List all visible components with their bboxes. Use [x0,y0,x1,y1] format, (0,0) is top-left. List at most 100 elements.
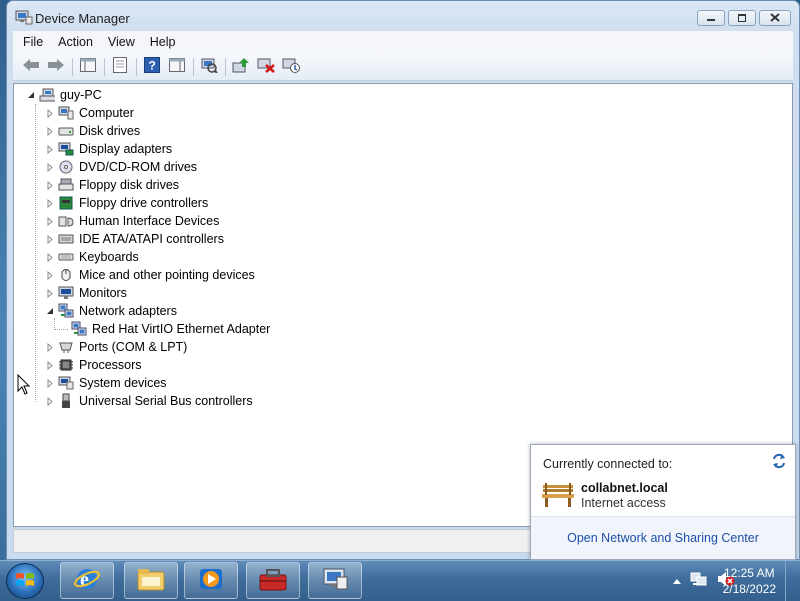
network-adapter-icon [58,303,74,319]
network-name: collabnet.local [581,481,668,495]
mouse-cursor-icon [17,373,31,396]
menu-view[interactable]: View [108,35,135,49]
tree-category-row[interactable]: IDE ATA/ATAPI controllers [45,230,224,248]
toolbar: ? [13,53,793,81]
tree-category-row[interactable]: Network adapters [45,302,177,320]
device-manager-icon [15,10,33,25]
tree-category-row[interactable]: Floppy disk drives [45,176,179,194]
network-adapter-icon [71,321,87,337]
expand-arrow-icon[interactable] [45,252,54,262]
disable-icon [282,57,300,76]
back-button[interactable] [21,57,41,77]
open-network-sharing-center-link[interactable]: Open Network and Sharing Center [567,531,759,545]
show-hide-console-tree-button[interactable] [78,57,98,77]
expand-arrow-icon[interactable] [45,288,54,298]
tree-category-row[interactable]: Disk drives [45,122,140,140]
menu-action[interactable]: Action [58,35,93,49]
taskbar-toolbox[interactable] [246,562,300,599]
tree-category-row[interactable]: Ports (COM & LPT) [45,338,187,356]
help-button[interactable]: ? [142,57,162,77]
tree-category-row[interactable]: Mice and other pointing devices [45,266,255,284]
usb-icon [58,393,74,409]
expand-arrow-icon[interactable] [45,396,54,406]
taskbar-media-player[interactable] [184,562,238,599]
tree-category-row[interactable]: Human Interface Devices [45,212,219,230]
uninstall-button[interactable] [256,57,276,77]
tree-category-row[interactable]: Keyboards [45,248,139,266]
forward-button[interactable] [46,57,66,77]
expand-arrow-icon[interactable] [45,162,54,172]
mouse-icon [58,267,74,283]
toolbar-separator [225,57,226,76]
expand-arrow-icon[interactable] [45,234,54,244]
keyboard-icon [58,249,74,265]
uninstall-icon [257,57,275,76]
tree-node-label: Universal Serial Bus controllers [79,394,253,408]
tree-device-row[interactable]: Red Hat VirtIO Ethernet Adapter [65,320,270,338]
tree-category-row[interactable]: Floppy drive controllers [45,194,208,212]
action-pane-button[interactable] [167,57,187,77]
tree-root[interactable]: guy-PC [26,86,102,104]
tree-node-label: Floppy drive controllers [79,196,209,210]
update-driver-button[interactable] [231,57,251,77]
tree-node-label: IDE ATA/ATAPI controllers [79,232,224,246]
start-button[interactable] [6,563,44,599]
maximize-button[interactable] [728,10,756,26]
properties-button[interactable] [110,57,130,77]
taskbar-windows-explorer[interactable] [124,562,178,599]
processor-icon [58,357,74,373]
tree-category-row[interactable]: Computer [45,104,134,122]
expand-arrow-icon[interactable] [45,378,54,388]
title-bar[interactable]: Device Manager [7,1,799,31]
close-button[interactable] [759,10,791,26]
tree-category-row[interactable]: Display adapters [45,140,172,158]
computer-icon [58,105,74,121]
network-status: Internet access [581,496,666,510]
expand-arrow-icon[interactable] [45,216,54,226]
disable-button[interactable] [281,57,301,77]
properties-icon [113,57,127,76]
update-driver-icon [232,57,250,76]
taskbar: e 12:25 AM 2/18/2022 [0,560,800,601]
tree-node-label: System devices [79,376,167,390]
tree-connector [35,104,36,402]
tree-root-label: guy-PC [60,88,102,102]
taskbar-clock[interactable]: 12:25 AM 2/18/2022 [723,565,776,597]
tree-node-label: Computer [79,106,134,120]
expand-arrow-icon[interactable] [45,180,54,190]
tree-node-label: Floppy disk drives [79,178,180,192]
refresh-icon[interactable] [771,453,787,469]
show-desktop-button[interactable] [785,561,800,601]
tree-category-row[interactable]: Processors [45,356,142,374]
expand-arrow-icon[interactable] [45,342,54,352]
tree-node-label: Processors [79,358,142,372]
expand-arrow-icon[interactable] [45,144,54,154]
scan-hardware-button[interactable] [199,57,219,77]
collapse-arrow-icon[interactable] [45,307,54,316]
tree-category-row[interactable]: Universal Serial Bus controllers [45,392,253,410]
taskbar-internet-explorer[interactable]: e [60,562,114,599]
menu-file[interactable]: File [23,35,43,49]
minimize-button[interactable] [697,10,725,26]
clock-time: 12:25 AM [723,566,775,580]
disk-drive-icon [58,123,74,139]
collapse-arrow-icon[interactable] [26,91,35,100]
expand-arrow-icon[interactable] [45,360,54,370]
tree-category-row[interactable]: Monitors [45,284,127,302]
tree-category-row[interactable]: System devices [45,374,167,392]
tree-category-row[interactable]: DVD/CD-ROM drives [45,158,197,176]
forward-arrow-icon [47,58,65,75]
expand-arrow-icon[interactable] [45,198,54,208]
menu-help[interactable]: Help [150,35,176,49]
network-flyout-footer: Open Network and Sharing Center [531,516,795,559]
expand-arrow-icon[interactable] [45,270,54,280]
taskbar-device-manager[interactable] [308,562,362,599]
media-player-icon [197,566,225,595]
show-hidden-icons-icon[interactable] [672,574,682,588]
network-flyout: Currently connected to: collabnet.local … [530,444,796,560]
expand-arrow-icon[interactable] [45,108,54,118]
windows-logo-icon [15,571,35,592]
expand-arrow-icon[interactable] [45,126,54,136]
network-icon[interactable] [690,571,708,590]
window-title: Device Manager [35,11,130,26]
